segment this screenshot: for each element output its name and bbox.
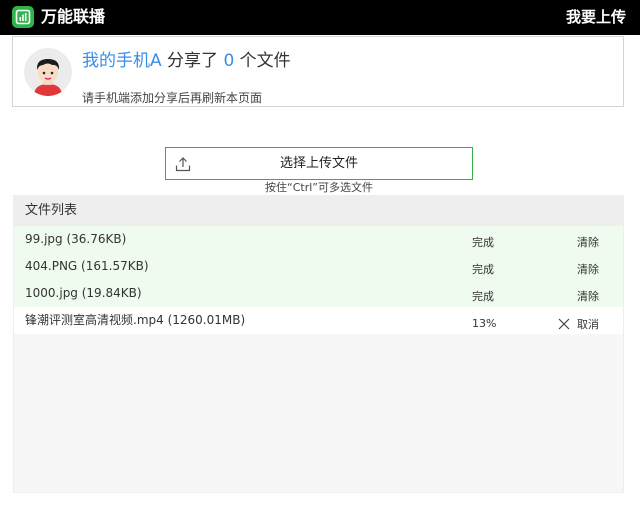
clear-button[interactable]: 清除 xyxy=(577,289,599,305)
share-text-suffix: 个文件 xyxy=(234,51,291,71)
refresh-hint: 请手机端添加分享后再刷新本页面 xyxy=(82,91,263,105)
cancel-upload-button[interactable]: 取消 xyxy=(558,316,599,332)
table-row: 锋潮评测室高清视频.mp4 (1260.01MB) 13% 取消 xyxy=(14,307,623,334)
file-list: 文件列表 99.jpg (36.76KB) 完成 清除 404.PNG (161… xyxy=(13,195,624,493)
file-name: 404.PNG (161.57KB) xyxy=(25,259,149,273)
table-row: 404.PNG (161.57KB) 完成 清除 xyxy=(14,253,623,280)
broadcast-logo-icon xyxy=(12,6,34,28)
cancel-label: 取消 xyxy=(577,318,599,331)
avatar xyxy=(24,48,72,96)
share-profile-card: 我的手机A 分享了 0 个文件 请手机端添加分享后再刷新本页面 xyxy=(12,36,624,107)
brand: 万能联播 xyxy=(12,6,105,28)
choose-upload-file-button[interactable]: 选择上传文件 xyxy=(165,147,473,180)
device-name: 我的手机A xyxy=(82,51,162,71)
choose-upload-file-label: 选择上传文件 xyxy=(279,156,358,171)
file-name: 1000.jpg (19.84KB) xyxy=(25,286,142,300)
close-icon xyxy=(558,318,570,330)
upload-status: 完成 xyxy=(472,290,494,303)
top-bar: 万能联播 我要上传 xyxy=(0,0,640,35)
multi-select-hint: 按住“Ctrl”可多选文件 xyxy=(265,181,373,194)
share-text-prefix: 分享了 xyxy=(161,51,224,71)
table-row: 1000.jpg (19.84KB) 完成 清除 xyxy=(14,280,623,307)
app-name: 万能联播 xyxy=(41,7,106,26)
upload-progress: 13% xyxy=(472,317,497,330)
upload-link[interactable]: 我要上传 xyxy=(566,7,626,27)
file-name: 锋潮评测室高清视频.mp4 (1260.01MB) xyxy=(25,313,246,327)
clear-button[interactable]: 清除 xyxy=(577,262,599,278)
upload-status: 完成 xyxy=(472,263,494,276)
table-row: 99.jpg (36.76KB) 完成 清除 xyxy=(14,226,623,253)
shared-file-count: 0 xyxy=(223,51,235,71)
upload-status: 完成 xyxy=(472,236,494,249)
file-name: 99.jpg (36.76KB) xyxy=(25,232,127,246)
clear-button[interactable]: 清除 xyxy=(577,235,599,251)
share-summary: 我的手机A 分享了 0 个文件 xyxy=(82,50,291,72)
file-list-title: 文件列表 xyxy=(14,196,623,226)
